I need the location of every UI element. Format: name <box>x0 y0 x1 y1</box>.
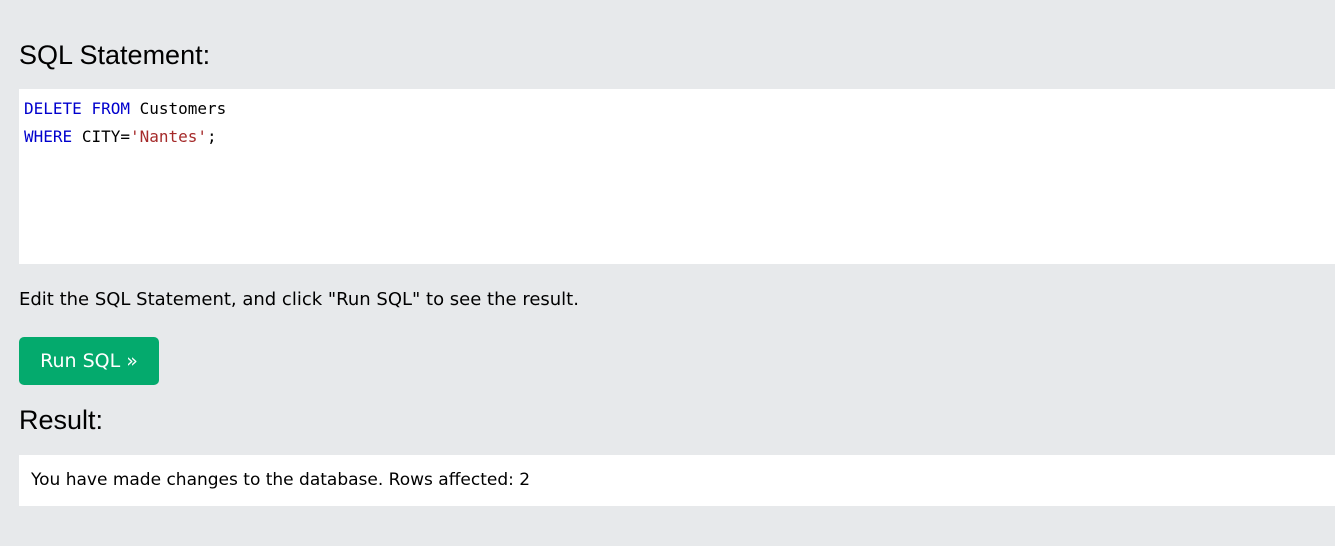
sql-table-name: Customers <box>139 99 227 118</box>
result-message-box: You have made changes to the database. R… <box>19 455 1335 506</box>
result-heading: Result: <box>19 405 104 435</box>
instructions-text: Edit the SQL Statement, and click "Run S… <box>19 289 579 310</box>
sql-keyword-where: WHERE <box>24 127 73 146</box>
code-line-1: DELETE FROM Customers <box>24 95 1335 123</box>
result-message: You have made changes to the database. R… <box>31 470 531 490</box>
sql-statement-heading: SQL Statement: <box>19 40 211 70</box>
sql-keyword-delete: DELETE <box>24 99 82 118</box>
sql-string-literal: 'Nantes' <box>129 127 208 146</box>
run-sql-button[interactable]: Run SQL » <box>19 337 159 385</box>
code-line-2: WHERE CITY='Nantes'; <box>24 123 1335 151</box>
sql-keyword-from: FROM <box>91 99 130 118</box>
sql-column-condition: CITY= <box>81 127 130 146</box>
sql-semicolon: ; <box>207 127 217 146</box>
sql-code-editor[interactable]: DELETE FROM Customers WHERE CITY='Nantes'… <box>19 89 1335 264</box>
